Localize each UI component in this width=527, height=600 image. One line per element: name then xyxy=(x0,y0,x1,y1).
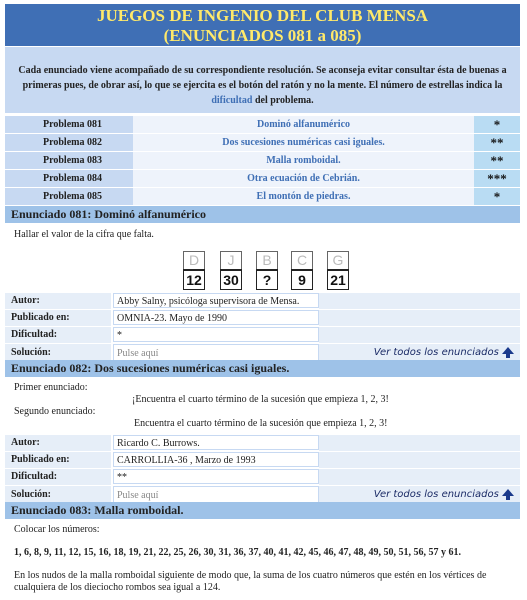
problem-number: Problema 085 xyxy=(5,187,133,206)
published-row: Publicado en: CARROLLIA-36 , Marzo de 19… xyxy=(5,452,520,468)
domino-tile: B ? xyxy=(256,251,278,290)
row-filler xyxy=(319,293,520,309)
author-label: Autor: xyxy=(5,293,111,309)
tile-number: 9 xyxy=(291,269,313,290)
difficulty-stars: *** xyxy=(474,169,520,188)
published-row: Publicado en: OMNIA-23. Mayo de 1990 xyxy=(5,310,520,326)
index-row[interactable]: Problema 083 Malla romboidal. ** xyxy=(5,151,520,170)
row-filler xyxy=(319,435,520,451)
domino-tile: J 30 xyxy=(220,251,242,290)
section-title-081: Enunciado 081: Dominó alfanumérico xyxy=(5,206,520,223)
problem-number: Problema 082 xyxy=(5,133,133,152)
index-row[interactable]: Problema 082 Dos sucesiones numéricas ca… xyxy=(5,133,520,152)
published-value: OMNIA-23. Mayo de 1990 xyxy=(113,310,319,325)
statement-081: Hallar el valor de la cifra que falta. xyxy=(14,229,154,240)
tile-letter: B xyxy=(256,251,278,269)
intro-after: del problema. xyxy=(252,95,314,106)
page-header: JUEGOS DE INGENIO DEL CLUB MENSA (ENUNCI… xyxy=(5,4,520,46)
tile-number: 12 xyxy=(183,269,205,290)
index-row[interactable]: Problema 081 Dominó alfanumérico * xyxy=(5,116,520,134)
intro-text: Cada enunciado viene acompañado de su co… xyxy=(5,47,520,113)
author-row: Autor: Abby Salny, psicóloga supervisora… xyxy=(5,293,520,309)
published-label: Publicado en: xyxy=(5,310,111,326)
problem-link[interactable]: El montón de piedras. xyxy=(133,187,474,206)
page-title: JUEGOS DE INGENIO DEL CLUB MENSA xyxy=(96,6,429,25)
problem-link[interactable]: Malla romboidal. xyxy=(133,151,474,170)
tile-letter: D xyxy=(183,251,205,269)
intro-before: Cada enunciado viene acompañado de su co… xyxy=(18,65,507,91)
tile-number: 21 xyxy=(327,269,349,290)
difficulty-label: Dificultad: xyxy=(5,327,111,343)
difficulty-link[interactable]: dificultad xyxy=(211,95,252,106)
published-value: CARROLLIA-36 , Marzo de 1993 xyxy=(113,452,319,467)
difficulty-stars: * xyxy=(474,116,520,134)
tile-letter: J xyxy=(220,251,242,269)
problem-number: Problema 081 xyxy=(5,116,133,134)
first-statement-label: Primer enunciado: xyxy=(14,382,88,393)
difficulty-row: Dificultad: * xyxy=(5,327,520,343)
difficulty-value: ** xyxy=(113,469,319,484)
row-filler xyxy=(319,327,520,343)
difficulty-stars: ** xyxy=(474,151,520,170)
domino-tile: D 12 xyxy=(183,251,205,290)
number-list: 1, 6, 8, 9, 11, 12, 15, 16, 18, 19, 21, … xyxy=(14,547,461,558)
problem-number: Problema 083 xyxy=(5,151,133,170)
problem-link[interactable]: Dominó alfanumérico xyxy=(133,116,474,134)
arrow-up-icon xyxy=(502,488,514,500)
statement-083: En los nudos de la malla romboidal sigui… xyxy=(14,570,487,593)
author-value: Abby Salny, psicóloga supervisora de Men… xyxy=(113,293,319,308)
second-statement: Encuentra el cuarto término de la sucesi… xyxy=(134,418,388,429)
index-row[interactable]: Problema 085 El montón de piedras. * xyxy=(5,187,520,206)
problem-number: Problema 084 xyxy=(5,169,133,188)
see-all-label: Ver todos los enunciados xyxy=(373,347,499,358)
difficulty-label: Dificultad: xyxy=(5,469,111,485)
domino-tile: C 9 xyxy=(291,251,313,290)
problem-index: Problema 081 Dominó alfanumérico * Probl… xyxy=(5,116,520,206)
row-filler xyxy=(319,452,520,468)
domino-tile: G 21 xyxy=(327,251,349,290)
tile-number: ? xyxy=(256,269,278,290)
tile-letter: G xyxy=(327,251,349,269)
first-statement: ¡Encuentra el cuarto término de la suces… xyxy=(132,394,389,405)
section-title-083: Enunciado 083: Malla romboidal. xyxy=(5,502,520,519)
author-label: Autor: xyxy=(5,435,111,451)
row-filler xyxy=(319,310,520,326)
author-row: Autor: Ricardo C. Burrows. xyxy=(5,435,520,451)
difficulty-stars: ** xyxy=(474,133,520,152)
tile-letter: C xyxy=(291,251,313,269)
section-title-082: Enunciado 082: Dos sucesiones numéricas … xyxy=(5,360,520,377)
problem-link[interactable]: Dos sucesiones numéricas casi iguales. xyxy=(133,133,474,152)
see-all-label: Ver todos los enunciados xyxy=(373,489,499,500)
page-subtitle: (ENUNCIADOS 081 a 085) xyxy=(163,26,362,45)
difficulty-value: * xyxy=(113,327,319,342)
difficulty-row: Dificultad: ** xyxy=(5,469,520,485)
row-filler xyxy=(319,469,520,485)
author-value: Ricardo C. Burrows. xyxy=(113,435,319,450)
second-statement-label: Segundo enunciado: xyxy=(14,406,96,417)
tile-number: 30 xyxy=(220,269,242,290)
difficulty-stars: * xyxy=(474,187,520,206)
problem-link[interactable]: Otra ecuación de Cebrián. xyxy=(133,169,474,188)
arrow-up-icon xyxy=(502,346,514,358)
published-label: Publicado en: xyxy=(5,452,111,468)
statement-083-intro: Colocar los números: xyxy=(14,524,100,535)
index-row[interactable]: Problema 084 Otra ecuación de Cebrián. *… xyxy=(5,169,520,188)
